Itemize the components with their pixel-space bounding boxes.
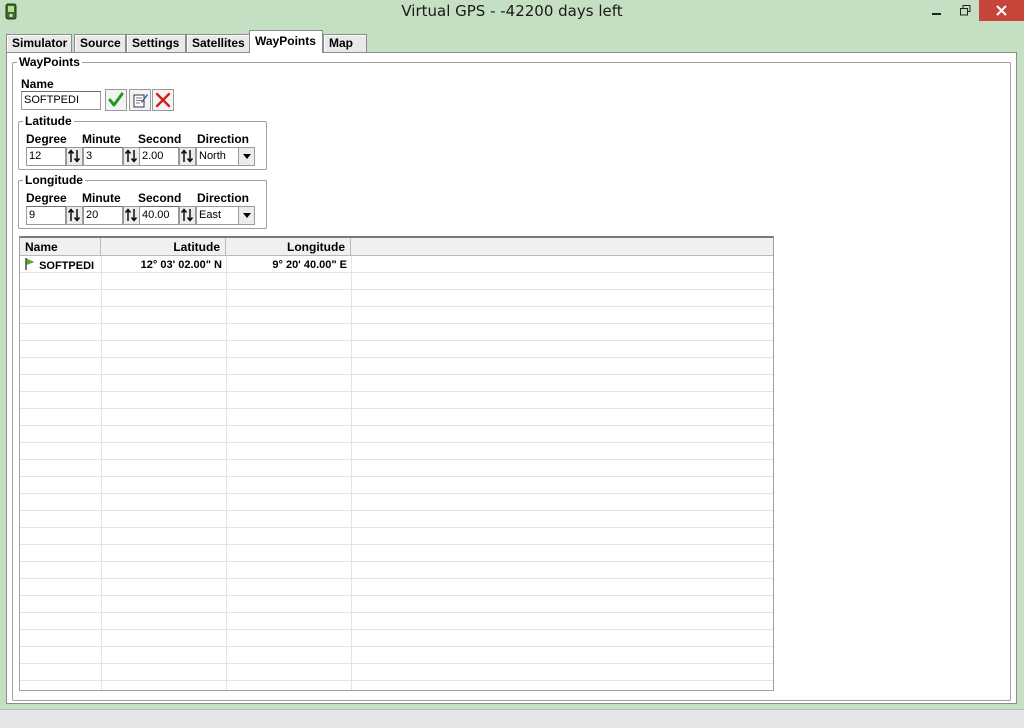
minimize-button[interactable] [923, 0, 951, 21]
spin-arrows-icon [180, 208, 194, 222]
spin-arrows-icon [124, 149, 138, 163]
edit-icon [133, 94, 148, 108]
longitude-second-spinner[interactable] [179, 206, 196, 225]
window-title: Virtual GPS - -42200 days left [401, 2, 623, 20]
longitude-direction-value: East [199, 209, 222, 221]
longitude-degree-input[interactable]: 9 [26, 206, 66, 225]
table-header: Name Latitude Longitude [20, 238, 773, 256]
longitude-minute-spinner[interactable] [123, 206, 140, 225]
latitude-direction-label: Direction [197, 132, 250, 146]
waypoints-group-title: WayPoints [17, 55, 82, 69]
restore-icon [959, 5, 970, 16]
tab-waypoints[interactable]: WayPoints [249, 30, 323, 53]
close-button[interactable] [979, 0, 1024, 21]
latitude-degree-spinner[interactable] [66, 147, 83, 166]
edit-button[interactable] [129, 89, 151, 111]
minimize-icon [932, 12, 941, 15]
flag-icon [25, 258, 35, 270]
latitude-second-label: Second [138, 132, 182, 146]
longitude-direction-label: Direction [197, 191, 250, 205]
restore-button[interactable] [951, 0, 979, 21]
longitude-second-label: Second [138, 191, 182, 205]
column-header-longitude[interactable]: Longitude [226, 238, 351, 256]
latitude-degree-label: Degree [26, 132, 67, 146]
waypoints-panel: WayPoints Name SOFTPEDI Latitude Degree … [6, 52, 1017, 704]
tab-map[interactable]: Map [323, 34, 367, 52]
spin-arrows-icon [67, 149, 81, 163]
latitude-second-spinner[interactable] [179, 147, 196, 166]
longitude-minute-label: Minute [82, 191, 121, 205]
latitude-degree-input[interactable]: 12 [26, 147, 66, 166]
tab-satellites[interactable]: Satellites [186, 34, 252, 52]
row-latitude: 12° 03' 02.00" N [140, 259, 222, 271]
column-header-latitude[interactable]: Latitude [101, 238, 226, 256]
delete-x-icon [155, 92, 171, 108]
longitude-title: Longitude [23, 173, 85, 187]
longitude-degree-spinner[interactable] [66, 206, 83, 225]
latitude-direction-select[interactable]: North [196, 147, 255, 166]
latitude-minute-input[interactable]: 3 [83, 147, 123, 166]
chevron-down-icon[interactable] [238, 148, 254, 165]
latitude-direction-value: North [199, 150, 226, 162]
chevron-down-icon[interactable] [238, 207, 254, 224]
waypoint-name-input[interactable]: SOFTPEDI [21, 91, 101, 110]
column-header-filler [351, 238, 773, 256]
tab-settings[interactable]: Settings [126, 34, 186, 52]
row-name: SOFTPEDI [39, 260, 95, 272]
check-icon [108, 92, 124, 107]
delete-button[interactable] [152, 89, 174, 111]
title-bar: Virtual GPS - -42200 days left [0, 0, 1024, 24]
table-row[interactable]: SOFTPEDI 12° 03' 02.00" N 9° 20' 40.00" … [20, 257, 773, 274]
tab-source[interactable]: Source [74, 34, 126, 52]
column-header-name[interactable]: Name [20, 238, 101, 256]
tab-simulator[interactable]: Simulator [6, 34, 72, 52]
grid-lines [20, 256, 773, 690]
confirm-button[interactable] [105, 89, 127, 111]
status-bar [0, 709, 1024, 728]
waypoints-table[interactable]: Name Latitude Longitude SOFTPEDI 12° 03'… [19, 236, 774, 691]
spin-arrows-icon [180, 149, 194, 163]
name-label: Name [21, 77, 54, 91]
longitude-direction-select[interactable]: East [196, 206, 255, 225]
latitude-minute-label: Minute [82, 132, 121, 146]
spin-arrows-icon [124, 208, 138, 222]
grid-divider [351, 256, 352, 690]
grid-divider [101, 256, 102, 690]
latitude-minute-spinner[interactable] [123, 147, 140, 166]
row-name-cell: SOFTPEDI [20, 257, 101, 274]
longitude-second-input[interactable]: 40.00 [139, 206, 179, 225]
longitude-minute-input[interactable]: 20 [83, 206, 123, 225]
grid-divider [226, 256, 227, 690]
row-longitude: 9° 20' 40.00" E [272, 259, 347, 271]
longitude-degree-label: Degree [26, 191, 67, 205]
latitude-title: Latitude [23, 114, 74, 128]
close-icon [996, 5, 1007, 16]
latitude-second-input[interactable]: 2.00 [139, 147, 179, 166]
spin-arrows-icon [67, 208, 81, 222]
